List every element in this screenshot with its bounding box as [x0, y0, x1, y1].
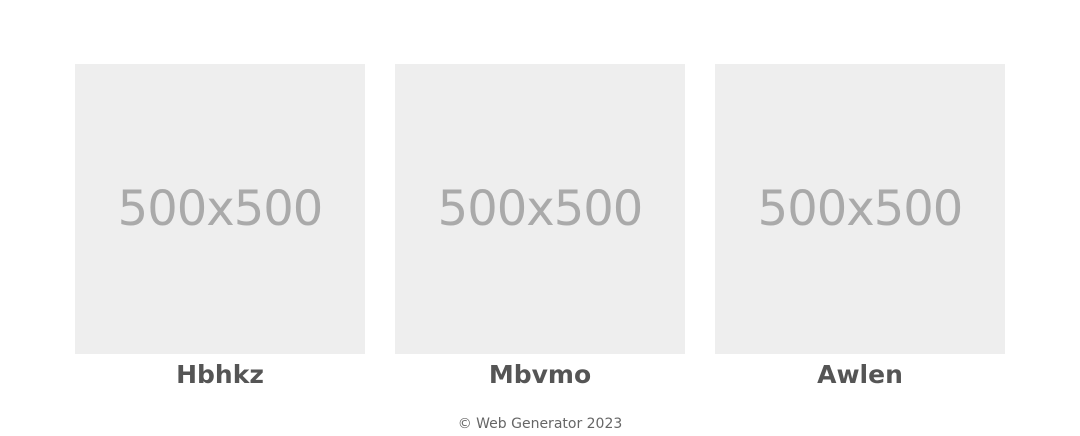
- placeholder-image[interactable]: 500x500: [75, 64, 365, 354]
- placeholder-image-label: 500x500: [117, 181, 324, 237]
- card-title[interactable]: Mbvmo: [489, 360, 591, 390]
- placeholder-image[interactable]: 500x500: [715, 64, 1005, 354]
- placeholder-image-label: 500x500: [437, 181, 644, 237]
- footer-copyright: © Web Generator 2023: [457, 416, 623, 432]
- gallery-card[interactable]: 500x500 Mbvmo: [395, 64, 685, 390]
- placeholder-image[interactable]: 500x500: [395, 64, 685, 354]
- gallery-card[interactable]: 500x500 Hbhkz: [75, 64, 365, 390]
- card-title[interactable]: Hbhkz: [176, 360, 264, 390]
- product-gallery: 500x500 Hbhkz 500x500 Mbvmo 500x500 Awle…: [75, 64, 1005, 390]
- gallery-card[interactable]: 500x500 Awlen: [715, 64, 1005, 390]
- card-title[interactable]: Awlen: [817, 360, 903, 390]
- placeholder-image-label: 500x500: [757, 181, 964, 237]
